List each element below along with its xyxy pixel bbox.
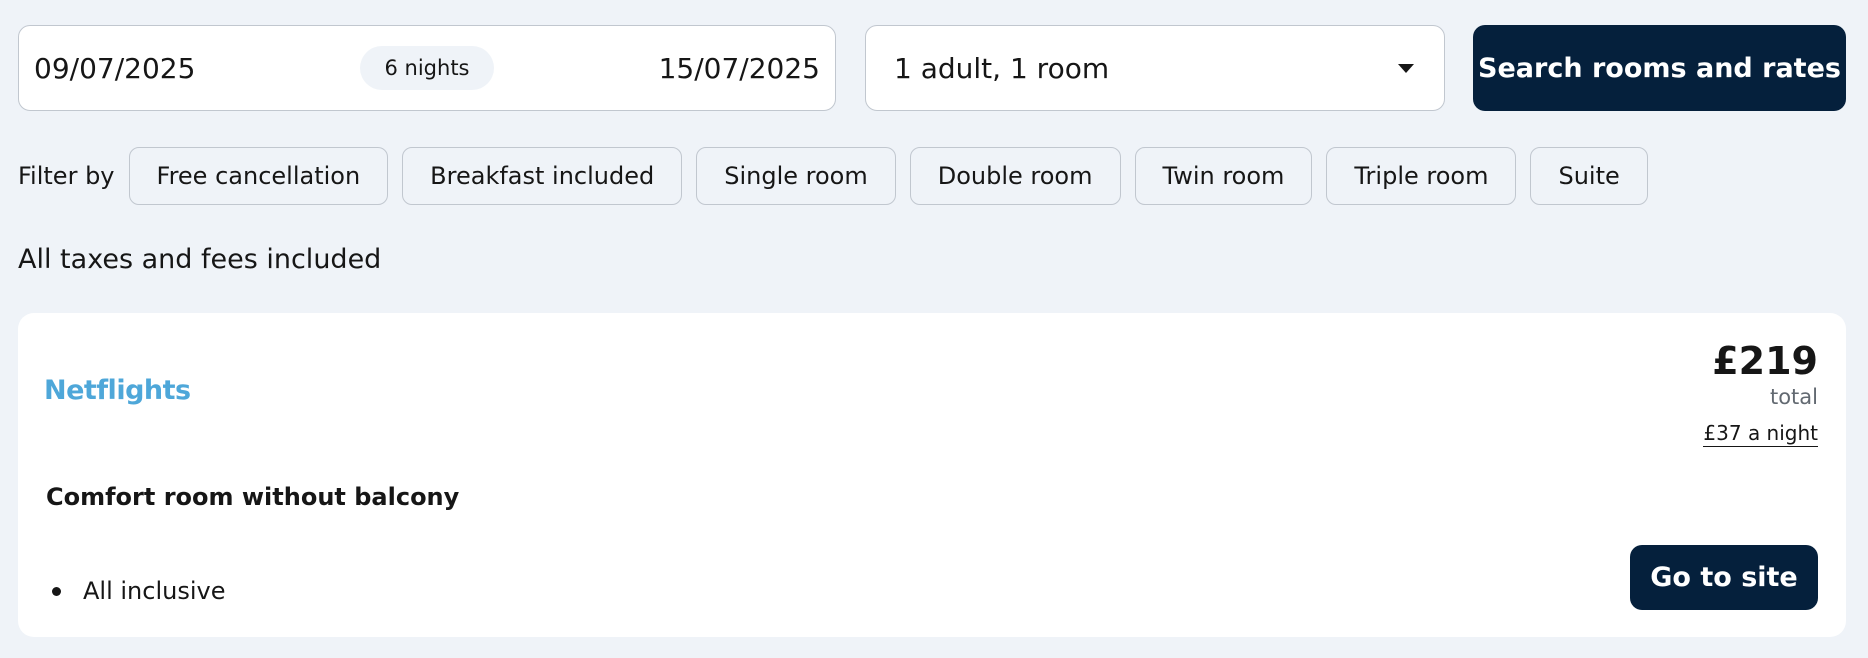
check-in-date[interactable]: 09/07/2025 — [34, 52, 195, 85]
filter-chip-breakfast-included[interactable]: Breakfast included — [402, 147, 683, 205]
offer-card: Netflights £219 total £37 a night Comfor… — [18, 313, 1846, 637]
search-rooms-button[interactable]: Search rooms and rates — [1473, 25, 1846, 111]
guests-rooms-value: 1 adult, 1 room — [894, 51, 1110, 85]
price-per-night-link[interactable]: £37 a night — [1703, 421, 1818, 447]
price-total: £219 — [1712, 339, 1818, 383]
taxes-note: All taxes and fees included — [18, 244, 382, 275]
amenity-label: All inclusive — [83, 577, 226, 605]
go-to-site-button[interactable]: Go to site — [1630, 545, 1818, 610]
search-bar: 09/07/2025 15/07/2025 6 nights 1 adult, … — [18, 25, 1846, 111]
filter-bar: Filter by Free cancellation Breakfast in… — [18, 147, 1662, 205]
filter-chip-twin-room[interactable]: Twin room — [1134, 147, 1313, 205]
provider-logo: Netflights — [44, 375, 191, 406]
nights-count-badge: 6 nights — [360, 46, 494, 90]
caret-down-icon — [1398, 63, 1414, 73]
filter-chip-free-cancellation[interactable]: Free cancellation — [128, 147, 389, 205]
room-name: Comfort room without balcony — [46, 483, 460, 511]
bullet-icon — [52, 586, 61, 596]
amenity-item: All inclusive — [52, 577, 225, 605]
filter-chip-suite[interactable]: Suite — [1530, 147, 1648, 205]
price-total-label: total — [1769, 385, 1818, 409]
filter-chip-double-room[interactable]: Double room — [909, 147, 1121, 205]
filter-chip-single-room[interactable]: Single room — [696, 147, 896, 205]
guests-rooms-dropdown[interactable]: 1 adult, 1 room — [865, 25, 1445, 111]
filter-by-label: Filter by — [18, 162, 115, 190]
check-out-date[interactable]: 15/07/2025 — [659, 52, 820, 85]
filter-chip-triple-room[interactable]: Triple room — [1326, 147, 1517, 205]
